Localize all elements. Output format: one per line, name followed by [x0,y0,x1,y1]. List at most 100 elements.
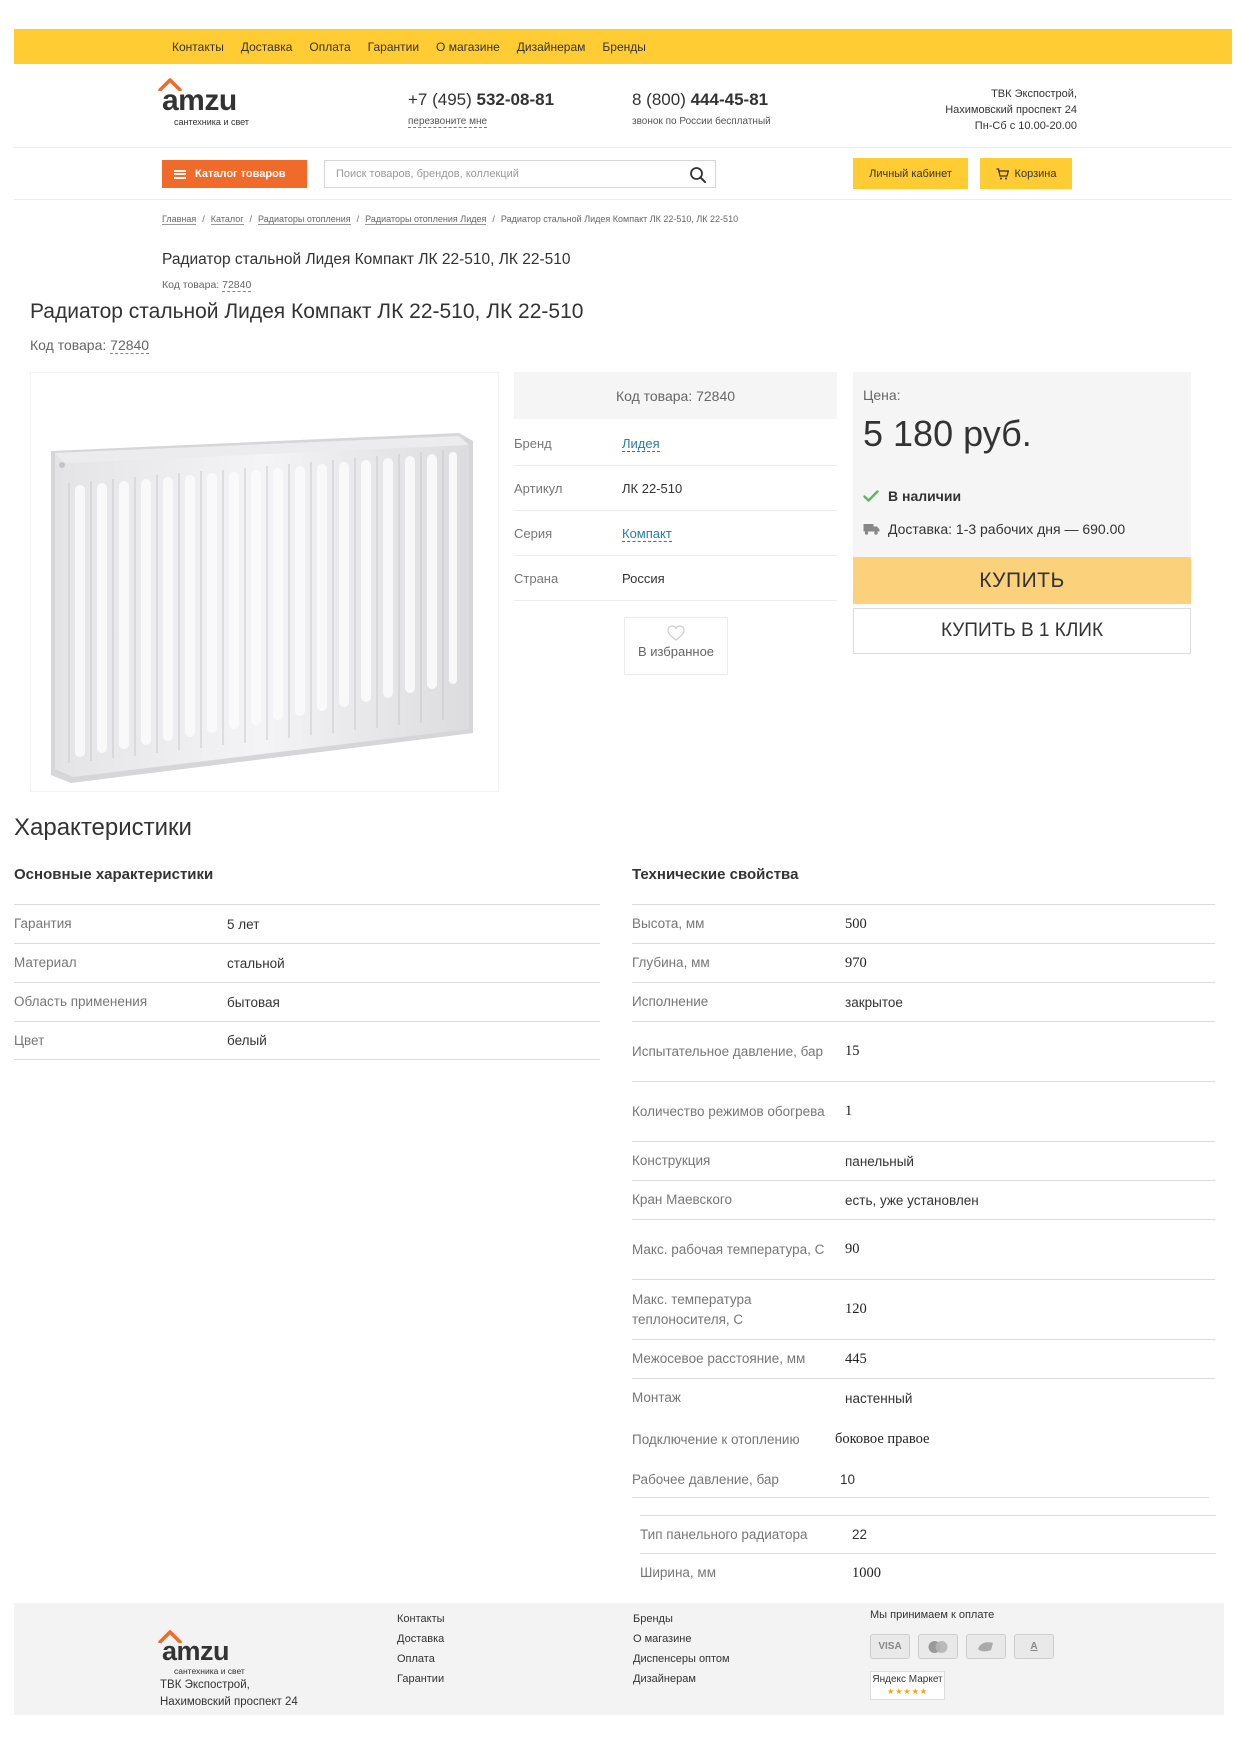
table-row: Гарантия 5 лет [14,904,600,943]
table-row: Межосевое расстояние, мм 445 [632,1339,1215,1378]
breadcrumb: Главная / Каталог / Радиаторы отопления / Р… [162,214,739,225]
table-row: Материал стальной [14,943,600,982]
top-bar: Контакты Доставка Оплата Гарантии О мага… [14,29,1232,64]
spec-row-brand: Бренд Лидея [514,421,837,466]
price-label: Цена: [863,387,901,403]
table-row: Исполнение закрытое [632,982,1215,1021]
phone-free-note: звонок по России бесплатный [632,116,771,127]
breadcrumb-lideya[interactable]: Радиаторы отопления Лидея [365,214,487,225]
footer-link-brands[interactable]: Бренды [633,1609,730,1629]
table-row: Кран Маевского есть, уже установлен [632,1180,1215,1219]
table-row: Область применения бытовая [14,982,600,1021]
product-code-small: Код товара: 72840 [162,279,252,292]
table-row: Глубина, мм 970 [632,943,1215,982]
top-nav-delivery[interactable]: Доставка [241,40,293,54]
rating-stars-icon: ★★★★★ [887,1687,928,1696]
radiator-image [51,433,473,783]
breadcrumb-current: Радиатор стальной Лидея Компакт ЛК 22-51… [500,214,739,224]
table-row: Количество режимов обогрева 1 [632,1081,1215,1141]
page-title-small: Радиатор стальной Лидея Компакт ЛК 22-51… [162,251,571,268]
footer-address: ТВК Экспострой, Нахимовский проспект 24 [160,1679,298,1708]
search-input[interactable]: Поиск товаров, брендов, коллекций [324,160,716,188]
menu-icon [174,169,186,179]
logo-tagline: сантехника и свет [174,117,249,127]
callback-link[interactable]: перезвоните мне [408,116,488,128]
breadcrumb-radiators[interactable]: Радиаторы отопления [258,214,351,225]
footer-link-designers[interactable]: Дизайнерам [633,1669,730,1689]
top-nav-brands[interactable]: Бренды [602,40,645,54]
buy-button[interactable]: КУПИТЬ [853,557,1191,604]
spec-row-country: Страна Россия [514,556,837,601]
footer-link-guarantees[interactable]: Гарантии [397,1669,445,1689]
product-code: Код товара: 72840 [30,337,150,354]
breadcrumb-home[interactable]: Главная [162,214,197,225]
table-row: Тип панельного радиатора 22 [640,1515,1216,1553]
spec-row-article: Артикул ЛК 22-510 [514,466,837,511]
price-value: 5 180 руб. [863,413,1032,454]
footer-link-contacts[interactable]: Контакты [397,1609,445,1629]
footer-links-1: Контакты Доставка Оплата Гарантии [397,1609,445,1689]
footer-link-dispensers[interactable]: Диспенсеры оптом [633,1649,730,1669]
footer-link-about[interactable]: О магазине [633,1629,730,1649]
basic-characteristics-title: Основные характеристики [14,866,214,883]
table-row: Подключение к отоплению боковое правое [632,1431,930,1447]
payment-methods-title: Мы принимаем к оплате [870,1609,995,1621]
visa-icon: VISA [870,1634,910,1659]
footer-link-delivery[interactable]: Доставка [397,1629,445,1649]
spec-row-series: Серия Компакт [514,511,837,556]
favorite-button[interactable]: В избранное [624,617,728,675]
table-row: Макс. рабочая температура, С 90 [632,1219,1215,1279]
product-image[interactable] [30,372,499,792]
site-logo[interactable]: amzu сантехника и свет [158,78,249,127]
table-row: Цвет белый [14,1021,600,1060]
footer-logo[interactable]: amzu сантехника и свет [158,1630,245,1676]
yandex-market-badge[interactable]: Яндекс Маркет ★★★★★ [870,1671,945,1700]
table-row: Высота, мм 500 [632,904,1215,943]
cart-button[interactable]: Корзина [980,158,1072,189]
stock-status: В наличии [863,488,961,504]
top-nav-designers[interactable]: Дизайнерам [517,40,586,54]
house-roof-icon [158,78,182,91]
technical-properties-table: Высота, мм 500 Глубина, мм 970 Исполнение з… [632,904,1215,1498]
table-row: Макс. температура теплоносителя, С 120 [632,1279,1215,1339]
payment-methods: VISA A [870,1634,1054,1659]
buy-one-click-button[interactable]: КУПИТЬ В 1 КЛИК [853,608,1191,654]
top-nav-guarantees[interactable]: Гарантии [368,40,419,54]
check-icon [863,490,879,502]
phone-main[interactable]: +7 (495) 532-08-81 перезвоните мне [408,90,554,128]
technical-properties-extra: Тип панельного радиатора 22 Ширина, мм 100… [640,1515,1216,1592]
footer-links-2: Бренды О магазине Диспенсеры оптом Дизай… [633,1609,730,1689]
phone-free[interactable]: 8 (800) 444-45-81 звонок по России беспл… [632,90,771,127]
characteristics-title: Характеристики [14,814,192,841]
delivery-info: Доставка: 1-3 рабочих дня — 690.00 [863,521,1125,537]
table-row: Конструкция панельный [632,1141,1215,1180]
header-divider [14,147,1232,148]
house-roof-icon [158,1630,182,1643]
brand-link[interactable]: Лидея [622,435,660,452]
page-title: Радиатор стальной Лидея Компакт ЛК 22-51… [30,300,584,323]
table-row: Испытательное давление, бар 15 [632,1021,1215,1081]
top-nav-payment[interactable]: Оплата [309,40,350,54]
truck-icon [863,524,880,535]
wallet-icon [966,1634,1006,1659]
toolbar-divider [14,199,1232,200]
technical-properties-title: Технические свойства [632,866,799,883]
store-address: ТВК Экспострой, Нахимовский проспект 24 … [945,88,1077,132]
table-row: Монтаж настенный [632,1378,1215,1417]
top-nav-about[interactable]: О магазине [436,40,500,54]
top-nav-contacts[interactable]: Контакты [172,40,224,54]
alfa-bank-icon: A [1014,1634,1054,1659]
table-row: Рабочее давление, бар 10 [632,1462,1209,1498]
series-link[interactable]: Компакт [622,525,672,542]
product-code-header: Код товара: 72840 [514,372,837,419]
heart-icon [667,625,685,641]
table-row: Ширина, мм 1000 [640,1553,1216,1592]
basic-characteristics-table: Гарантия 5 лет Материал стальной Область п… [14,904,600,1060]
catalog-button[interactable]: Каталог товаров [162,160,307,188]
mastercard-icon [918,1634,958,1659]
top-nav: Контакты Доставка Оплата Гарантии О мага… [172,29,646,64]
breadcrumb-catalog[interactable]: Каталог [210,214,244,225]
account-button[interactable]: Личный кабинет [853,158,968,189]
footer-link-payment[interactable]: Оплата [397,1649,445,1669]
search-icon[interactable] [689,166,707,184]
